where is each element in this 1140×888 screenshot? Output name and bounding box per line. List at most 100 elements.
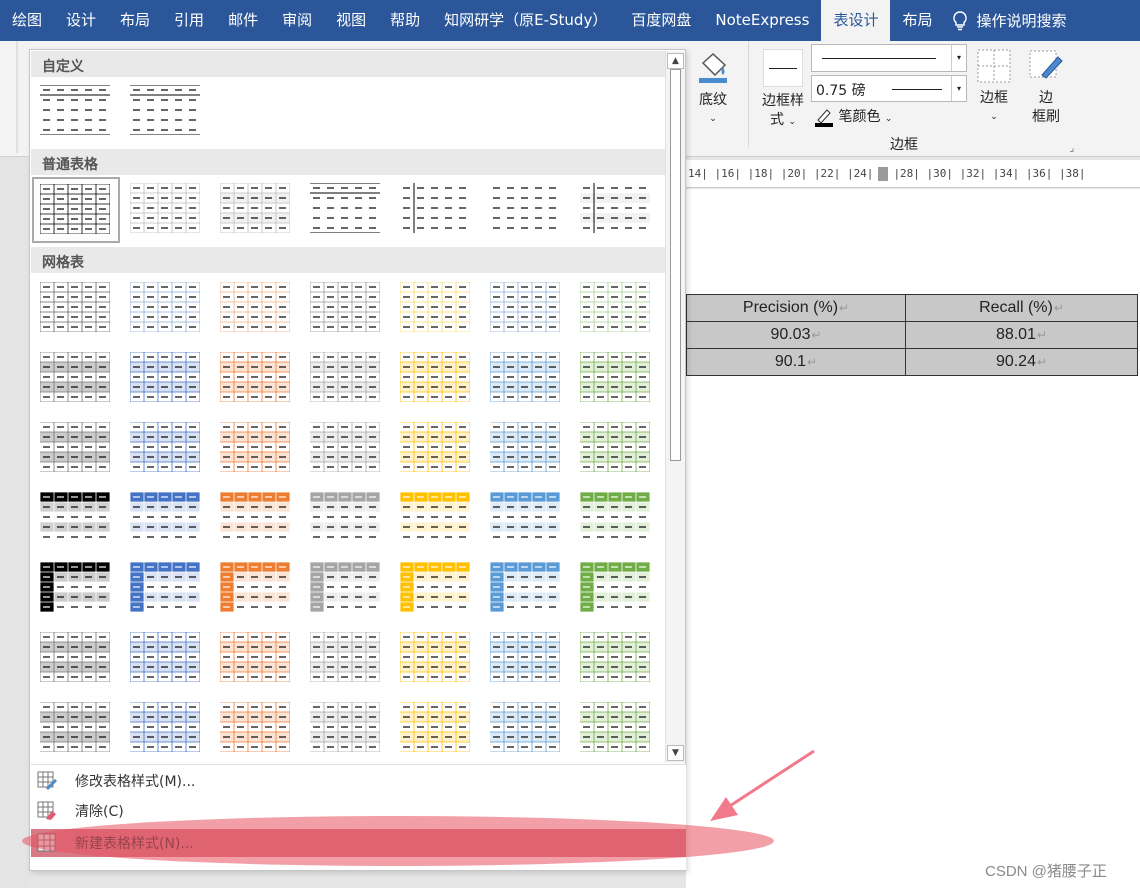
table-style-thumb[interactable] — [400, 701, 472, 754]
document-table[interactable]: Precision (%)↵ Recall (%)↵ 90.03↵ 88.01↵… — [686, 294, 1138, 376]
tab-3[interactable]: 引用 — [162, 0, 216, 41]
line-style-select[interactable]: ▾ — [811, 44, 967, 72]
scroll-down-icon[interactable]: ▼ — [667, 745, 684, 761]
table-style-thumb[interactable] — [309, 351, 382, 404]
table-style-thumb[interactable] — [220, 421, 292, 474]
table-style-thumb[interactable] — [489, 281, 562, 334]
table-style-thumb[interactable] — [129, 182, 202, 235]
table-style-thumb[interactable] — [129, 351, 202, 404]
table-style-thumb[interactable] — [310, 421, 382, 474]
modify-table-style-item[interactable]: 修改表格样式(M)... — [31, 767, 686, 795]
table-style-thumb[interactable] — [310, 701, 382, 754]
table-cell[interactable]: 90.24↵ — [905, 348, 1138, 376]
table-cell[interactable]: Recall (%)↵ — [905, 294, 1138, 322]
table-style-thumb[interactable] — [399, 631, 472, 684]
table-cell[interactable]: 88.01↵ — [905, 321, 1138, 349]
table-style-thumb[interactable] — [130, 701, 202, 754]
table-style-thumb[interactable] — [220, 701, 292, 754]
table-style-thumb[interactable] — [579, 631, 652, 684]
table-style-thumb[interactable] — [399, 351, 472, 404]
gallery-scrollbar[interactable]: ▲ ▼ — [665, 51, 685, 763]
table-style-thumb[interactable] — [579, 281, 652, 334]
table-style-thumb[interactable] — [309, 491, 382, 544]
table-style-thumb[interactable] — [309, 561, 382, 614]
shading-button[interactable]: 底纹 ⌄ — [690, 51, 736, 131]
table-style-thumb[interactable] — [129, 491, 202, 544]
table-style-thumb[interactable] — [219, 631, 292, 684]
scroll-thumb[interactable] — [670, 69, 681, 461]
table-style-thumb[interactable] — [399, 561, 472, 614]
chevron-down-icon[interactable]: ▾ — [951, 45, 966, 71]
table-style-thumb[interactable] — [40, 84, 112, 137]
table-style-thumb[interactable] — [309, 281, 382, 334]
table-style-thumb[interactable] — [579, 351, 652, 404]
line-weight-select[interactable]: 0.75 磅 ▾ — [811, 75, 967, 102]
table-style-thumb[interactable] — [580, 701, 652, 754]
table-style-thumb[interactable] — [490, 701, 562, 754]
table-style-thumb[interactable] — [219, 281, 292, 334]
tab-6[interactable]: 视图 — [324, 0, 378, 41]
pen-color-button[interactable]: 笔颜色 ⌄ — [814, 107, 914, 129]
border-styles-button[interactable]: 边框样 式 ⌄ — [757, 49, 809, 139]
dialog-launcher-icon[interactable]: ⌟ — [1066, 139, 1078, 158]
help-search[interactable]: 操作说明搜索 — [952, 10, 1066, 31]
clear-item[interactable]: 清除(C) — [31, 797, 686, 825]
table-cell[interactable]: 90.1↵ — [686, 348, 906, 376]
table-cell[interactable]: Precision (%)↵ — [686, 294, 906, 322]
border-painter-button[interactable]: 边 框刷 — [1024, 49, 1068, 139]
table-style-thumb[interactable] — [399, 281, 472, 334]
section-header-grid-tables: 网格表 — [31, 247, 665, 273]
table-style-thumb[interactable] — [579, 561, 652, 614]
horizontal-ruler[interactable]: 14| |16| |18| |20| |22| |24| |28| |30| |3… — [686, 160, 1140, 188]
table-style-thumb[interactable] — [39, 351, 112, 404]
table-style-thumb[interactable] — [309, 631, 382, 684]
table-style-thumb[interactable] — [310, 182, 382, 235]
tab-12[interactable]: 布局 — [890, 0, 944, 41]
table-style-thumb[interactable] — [400, 421, 472, 474]
table-cell[interactable]: 90.03↵ — [686, 321, 906, 349]
table-style-thumb[interactable] — [129, 631, 202, 684]
table-style-thumb[interactable] — [219, 351, 292, 404]
table-style-thumb[interactable] — [399, 491, 472, 544]
table-style-thumb[interactable] — [39, 281, 112, 334]
borders-button[interactable]: 边框 ⌄ — [972, 49, 1016, 139]
table-style-thumb[interactable] — [130, 84, 202, 137]
table-style-thumb[interactable] — [39, 491, 112, 544]
tab-2[interactable]: 布局 — [108, 0, 162, 41]
table-style-thumb[interactable] — [579, 491, 652, 544]
tab-1[interactable]: 设计 — [54, 0, 108, 41]
scroll-up-icon[interactable]: ▲ — [667, 53, 684, 69]
ruler-marker[interactable] — [878, 167, 889, 181]
tab-5[interactable]: 审阅 — [270, 0, 324, 41]
table-style-thumb[interactable] — [40, 421, 112, 474]
table-style-thumb[interactable] — [40, 701, 112, 754]
table-style-thumb[interactable] — [580, 183, 652, 235]
tab-8[interactable]: 知网研学（原E-Study） — [432, 0, 619, 41]
table-style-thumb[interactable] — [400, 183, 472, 235]
custom-styles-grid — [31, 77, 665, 147]
tab-9[interactable]: 百度网盘 — [619, 0, 703, 41]
table-style-thumb[interactable] — [219, 491, 292, 544]
table-style-thumb[interactable] — [489, 351, 562, 404]
table-style-thumb[interactable] — [580, 421, 652, 474]
table-style-thumb[interactable] — [39, 561, 112, 614]
table-style-thumb[interactable] — [129, 561, 202, 614]
tab-10[interactable]: NoteExpress — [703, 0, 821, 41]
new-table-style-item[interactable]: 新建表格样式(N)... — [31, 829, 686, 857]
table-style-thumb[interactable] — [219, 561, 292, 614]
table-style-thumb[interactable] — [32, 177, 120, 243]
tab-0[interactable]: 绘图 — [0, 0, 54, 41]
table-style-thumb[interactable] — [489, 631, 562, 684]
tab-7[interactable]: 帮助 — [378, 0, 432, 41]
table-style-thumb[interactable] — [129, 281, 202, 334]
tab-4[interactable]: 邮件 — [216, 0, 270, 41]
chevron-down-icon[interactable]: ▾ — [951, 76, 966, 101]
tab-11[interactable]: 表设计 — [821, 0, 891, 41]
table-style-thumb[interactable] — [489, 491, 562, 544]
table-style-thumb[interactable] — [490, 421, 562, 474]
table-style-thumb[interactable] — [39, 631, 112, 684]
table-style-thumb[interactable] — [489, 561, 562, 614]
table-style-thumb[interactable] — [490, 183, 562, 235]
table-style-thumb[interactable] — [130, 421, 202, 474]
table-style-thumb[interactable] — [219, 182, 292, 235]
